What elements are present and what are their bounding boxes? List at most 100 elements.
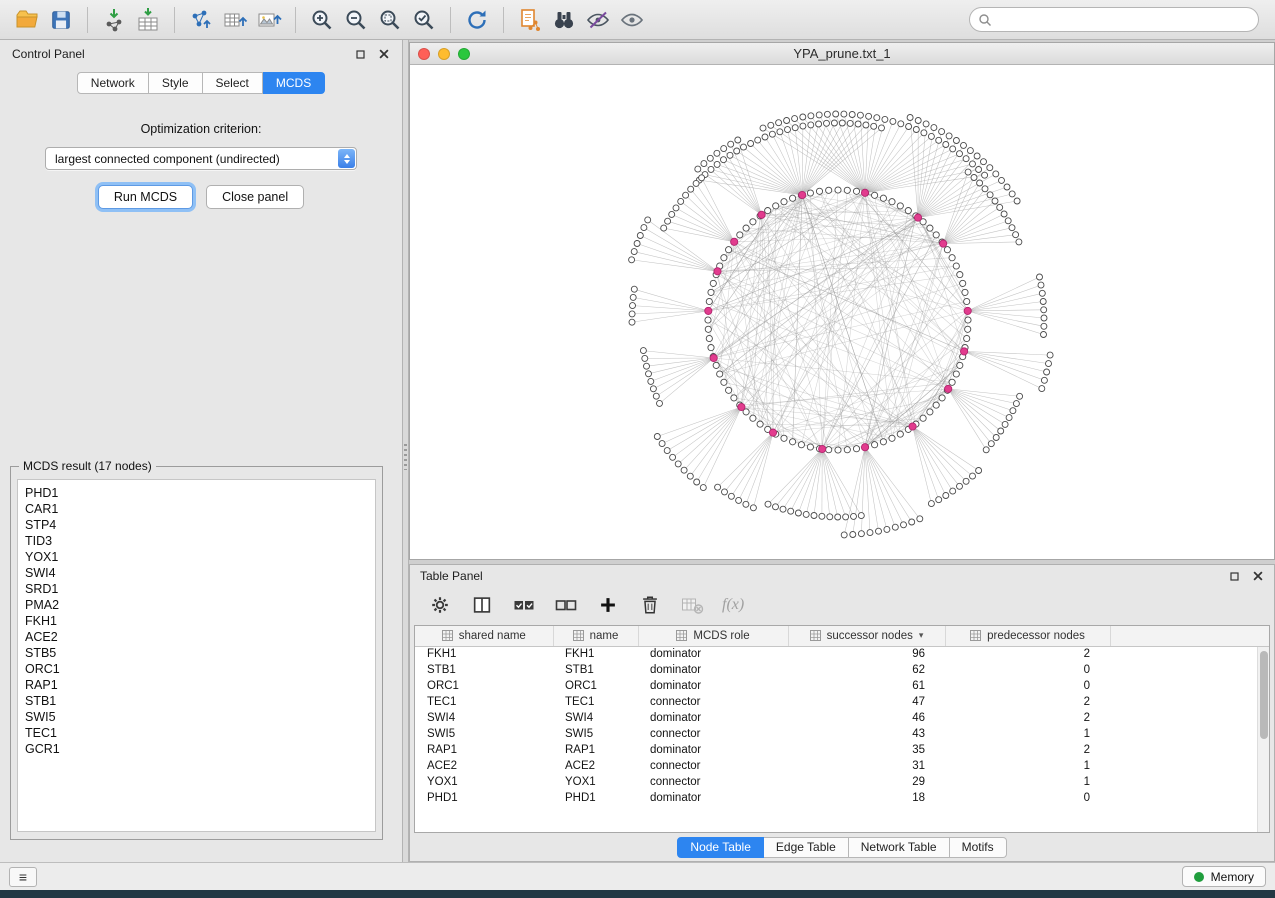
zoom-in-icon[interactable] xyxy=(305,4,339,36)
run-mcds-button[interactable]: Run MCDS xyxy=(98,185,193,209)
memory-button[interactable]: Memory xyxy=(1182,866,1266,887)
mcds-result-list[interactable]: PHD1CAR1STP4TID3YOX1SWI4SRD1PMA2FKH1ACE2… xyxy=(17,479,376,832)
tab-node-table[interactable]: Node Table xyxy=(677,837,764,858)
mcds-result-item[interactable]: ACE2 xyxy=(25,629,375,645)
table-row[interactable]: STB1STB1dominator620 xyxy=(415,662,1269,678)
network-window-titlebar[interactable]: YPA_prune.txt_1 xyxy=(410,43,1274,65)
table-panel: Table Panel xyxy=(409,564,1275,862)
column-header-successor-nodes[interactable]: successor nodes▾ xyxy=(788,626,945,646)
mcds-result-item[interactable]: YOX1 xyxy=(25,549,375,565)
table-row[interactable]: RAP1RAP1dominator352 xyxy=(415,742,1269,758)
export-network-icon[interactable] xyxy=(184,4,218,36)
mcds-result-item[interactable]: SRD1 xyxy=(25,581,375,597)
control-panel: Control Panel NetworkStyleSelectMCDS Opt… xyxy=(0,40,403,862)
add-row-icon[interactable] xyxy=(596,593,620,617)
toolbar-separator xyxy=(87,7,88,33)
mcds-result-item[interactable]: FKH1 xyxy=(25,613,375,629)
search-field xyxy=(969,7,1259,32)
mcds-result-item[interactable]: TEC1 xyxy=(25,725,375,741)
scrollbar-thumb[interactable] xyxy=(1260,651,1268,739)
close-table-panel-icon[interactable] xyxy=(1252,570,1264,582)
export-table-icon[interactable] xyxy=(218,4,252,36)
network-canvas[interactable] xyxy=(410,66,1274,559)
table-row[interactable]: ACE2ACE2connector311 xyxy=(415,758,1269,774)
table-row[interactable]: YOX1YOX1connector291 xyxy=(415,774,1269,790)
optimization-criterion-label: Optimization criterion: xyxy=(0,122,402,136)
window-zoom-button[interactable] xyxy=(458,48,470,60)
open-session-icon[interactable] xyxy=(10,4,44,36)
toolbar-separator xyxy=(503,7,504,33)
float-table-panel-icon[interactable] xyxy=(1228,570,1240,582)
mcds-result-item[interactable]: STP4 xyxy=(25,517,375,533)
table-row[interactable]: ORC1ORC1dominator610 xyxy=(415,678,1269,694)
mcds-result-item[interactable]: TID3 xyxy=(25,533,375,549)
table-header-row: shared namenameMCDS rolesuccessor nodes▾… xyxy=(415,626,1269,646)
close-panel-button[interactable]: Close panel xyxy=(206,185,304,209)
memory-label: Memory xyxy=(1211,870,1254,884)
hide-annotations-icon[interactable] xyxy=(581,4,615,36)
share-document-icon[interactable] xyxy=(513,4,547,36)
search-input[interactable] xyxy=(969,7,1259,32)
delete-rows-icon[interactable] xyxy=(638,593,662,617)
mcds-result-item[interactable]: GCR1 xyxy=(25,741,375,757)
tab-motifs[interactable]: Motifs xyxy=(950,837,1007,858)
tab-mcds[interactable]: MCDS xyxy=(263,72,325,94)
tab-style[interactable]: Style xyxy=(149,72,203,94)
app-window: Control Panel NetworkStyleSelectMCDS Opt… xyxy=(0,0,1275,898)
network-view-window: YPA_prune.txt_1 xyxy=(409,42,1275,560)
table-row[interactable]: PHD1PHD1dominator180 xyxy=(415,790,1269,806)
mcds-result-item[interactable]: STB1 xyxy=(25,693,375,709)
column-header-MCDS-role[interactable]: MCDS role xyxy=(638,626,788,646)
tab-select[interactable]: Select xyxy=(203,72,263,94)
import-network-icon[interactable] xyxy=(97,4,131,36)
table-tabs: Node TableEdge TableNetwork TableMotifs xyxy=(410,837,1274,858)
window-close-button[interactable] xyxy=(418,48,430,60)
toolbar-separator xyxy=(295,7,296,33)
mcds-result-item[interactable]: PHD1 xyxy=(25,485,375,501)
float-panel-icon[interactable] xyxy=(354,48,366,60)
mcds-result-item[interactable]: SWI4 xyxy=(25,565,375,581)
import-table-icon[interactable] xyxy=(131,4,165,36)
column-visibility-icon[interactable] xyxy=(470,593,494,617)
table-row[interactable]: SWI4SWI4dominator462 xyxy=(415,710,1269,726)
mcds-result-item[interactable]: ORC1 xyxy=(25,661,375,677)
optimization-criterion-select[interactable]: largest connected component (undirected) xyxy=(45,147,357,170)
close-panel-icon[interactable] xyxy=(378,48,390,60)
apply-function-icon[interactable]: f(x) xyxy=(722,596,744,614)
table-row[interactable]: TEC1TEC1connector472 xyxy=(415,694,1269,710)
table-settings-icon[interactable] xyxy=(428,593,452,617)
task-history-icon[interactable]: ≡ xyxy=(9,867,37,887)
selected-criterion: largest connected component (undirected) xyxy=(55,152,280,166)
tab-network-table[interactable]: Network Table xyxy=(849,837,950,858)
zoom-out-icon[interactable] xyxy=(339,4,373,36)
column-header-name[interactable]: name xyxy=(553,626,638,646)
search-network-icon[interactable] xyxy=(547,4,581,36)
show-graphics-icon[interactable] xyxy=(615,4,649,36)
table-row[interactable]: FKH1FKH1dominator962 xyxy=(415,646,1269,662)
table-scrollbar[interactable] xyxy=(1257,647,1269,832)
mcds-result-item[interactable]: STB5 xyxy=(25,645,375,661)
table-body: FKH1FKH1dominator962STB1STB1dominator620… xyxy=(415,646,1269,806)
select-all-rows-icon[interactable] xyxy=(512,593,536,617)
export-image-icon[interactable] xyxy=(252,4,286,36)
deselect-all-rows-icon[interactable] xyxy=(554,593,578,617)
clear-table-icon[interactable] xyxy=(680,593,704,617)
table-row[interactable]: SWI5SWI5connector431 xyxy=(415,726,1269,742)
network-window-title: YPA_prune.txt_1 xyxy=(410,46,1274,61)
window-minimize-button[interactable] xyxy=(438,48,450,60)
mcds-result-item[interactable]: SWI5 xyxy=(25,709,375,725)
table-panel-title: Table Panel xyxy=(420,569,483,583)
column-header-predecessor-nodes[interactable]: predecessor nodes xyxy=(945,626,1110,646)
refresh-view-icon[interactable] xyxy=(460,4,494,36)
network-graph[interactable] xyxy=(410,66,1274,559)
save-session-icon[interactable] xyxy=(44,4,78,36)
tab-network[interactable]: Network xyxy=(77,72,149,94)
column-header-shared-name[interactable]: shared name xyxy=(415,626,553,646)
zoom-fit-icon[interactable] xyxy=(373,4,407,36)
mcds-result-item[interactable]: RAP1 xyxy=(25,677,375,693)
mcds-result-item[interactable]: CAR1 xyxy=(25,501,375,517)
mcds-result-item[interactable]: PMA2 xyxy=(25,597,375,613)
main-toolbar xyxy=(0,0,1275,40)
tab-edge-table[interactable]: Edge Table xyxy=(764,837,849,858)
zoom-selected-icon[interactable] xyxy=(407,4,441,36)
